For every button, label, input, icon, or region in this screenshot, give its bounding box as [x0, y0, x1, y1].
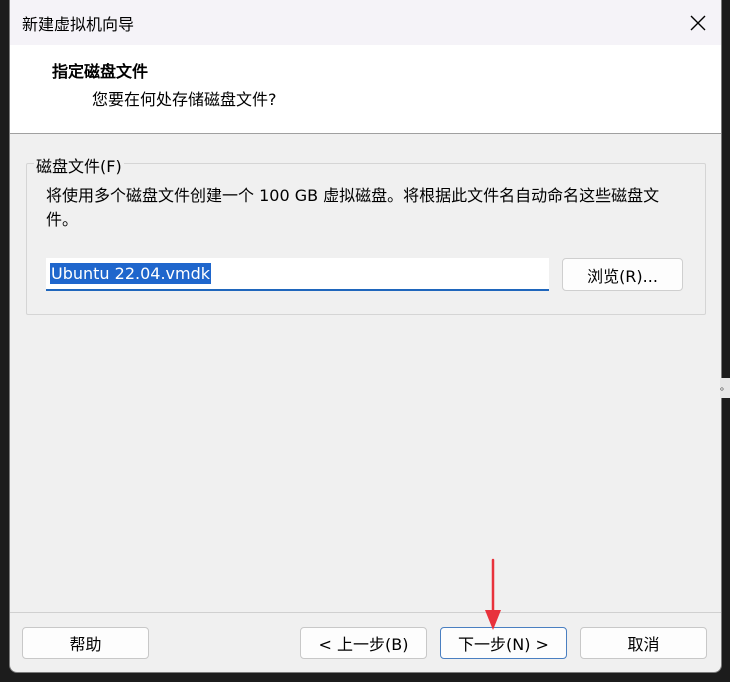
background-window-edge: 。 — [720, 378, 730, 398]
disk-file-name-input[interactable]: Ubuntu 22.04.vmdk — [46, 258, 549, 291]
window-title: 新建虚拟机向导 — [22, 15, 135, 34]
back-button[interactable]: < 上一步(B) — [300, 627, 427, 659]
browse-button[interactable]: 浏览(R)... — [562, 258, 683, 291]
disk-file-name-value: Ubuntu 22.04.vmdk — [50, 263, 212, 284]
annotation-arrow-icon — [485, 558, 501, 630]
page-title: 指定磁盘文件 — [52, 62, 149, 81]
footer-divider — [10, 612, 721, 613]
title-bar: 新建虚拟机向导 — [10, 0, 721, 45]
close-button[interactable] — [675, 0, 721, 45]
disk-file-group-label: 磁盘文件(F) — [34, 153, 124, 177]
close-icon — [690, 15, 706, 30]
wizard-header: 指定磁盘文件 您要在何处存储磁盘文件? — [10, 45, 721, 134]
new-vm-wizard-dialog: 新建虚拟机向导 指定磁盘文件 您要在何处存储磁盘文件? 磁盘文件(F) 将使用多… — [9, 0, 722, 673]
cancel-button[interactable]: 取消 — [580, 627, 707, 659]
help-button[interactable]: 帮助 — [22, 627, 149, 659]
disk-file-description: 将使用多个磁盘文件创建一个 100 GB 虚拟磁盘。将根据此文件名自动命名这些磁… — [46, 186, 660, 229]
page-subtitle: 您要在何处存储磁盘文件? — [92, 90, 277, 109]
